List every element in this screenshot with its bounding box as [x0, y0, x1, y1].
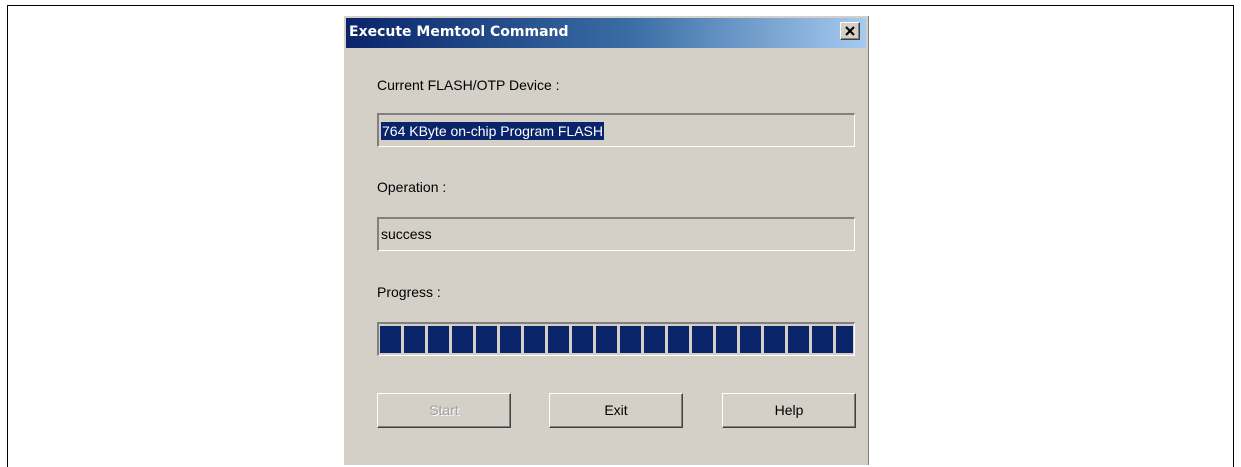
progress-fill	[380, 326, 853, 353]
memtool-dialog: Execute Memtool Command Current FLASH/OT…	[343, 15, 869, 465]
close-icon	[845, 26, 855, 36]
start-button[interactable]: Start	[377, 393, 511, 428]
operation-field[interactable]: success	[377, 217, 855, 251]
close-button[interactable]	[840, 22, 860, 40]
device-value: 764 KByte on-chip Program FLASH	[381, 122, 604, 140]
device-label: Current FLASH/OTP Device :	[377, 77, 560, 93]
progress-label: Progress :	[377, 284, 441, 300]
help-button[interactable]: Help	[722, 393, 856, 428]
operation-value: success	[381, 226, 432, 242]
progress-bar	[377, 322, 855, 356]
title-bar[interactable]: Execute Memtool Command	[346, 18, 866, 48]
device-field[interactable]: 764 KByte on-chip Program FLASH	[377, 113, 855, 147]
operation-label: Operation :	[377, 179, 447, 195]
exit-button[interactable]: Exit	[549, 393, 683, 428]
window-title: Execute Memtool Command	[349, 24, 569, 40]
